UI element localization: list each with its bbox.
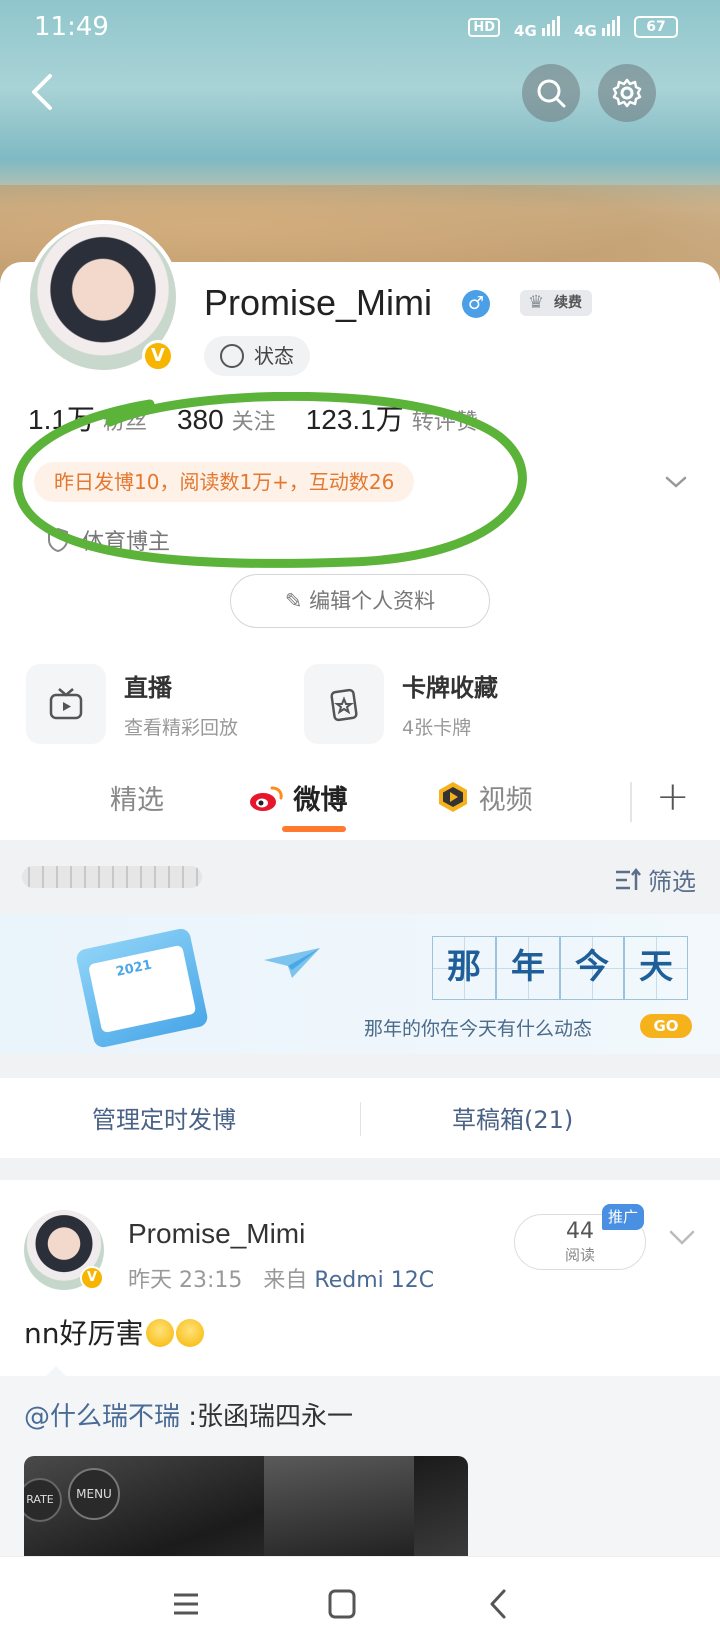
profile-username: Promise_Mimi [204,282,433,323]
card-collection-subtitle: 4张卡牌 [402,717,472,739]
live-title: 直播 [124,674,172,702]
gear-icon [612,78,642,108]
filter-sort-icon [616,867,641,890]
repost-image[interactable]: RATE MENU [24,1456,468,1556]
post-management-row: 管理定时发博 草稿箱(21) [0,1078,720,1158]
edit-profile-button[interactable]: ✎ 编辑个人资料 [230,574,490,628]
profile-tag-label: 体育博主 [82,530,171,555]
video-play-icon [439,782,467,812]
live-feature[interactable]: 直播 查看精彩回放 [26,664,238,744]
signal-2-icon: 4G [574,14,620,40]
status-button[interactable]: 状态 [204,336,310,376]
pencil-icon: ✎ [284,589,310,613]
status-time: 11:49 [34,12,109,42]
emoji-icon [175,1319,204,1347]
manage-divider [360,1102,361,1136]
profile-tag[interactable]: 体育博主 [46,524,170,556]
tab-featured[interactable]: 精选 [110,778,164,817]
back-icon[interactable] [478,1587,518,1621]
back-arrow-icon[interactable] [22,70,62,114]
status-label: 状态 [254,344,294,368]
read-label: 阅读 [564,1246,595,1264]
content-tabs: 精选 微博 视频 + [0,760,720,840]
post-source[interactable]: Redmi 12C [314,1268,434,1293]
chevron-down-icon[interactable] [668,1228,696,1248]
card-icon [304,664,384,744]
chevron-down-icon[interactable] [664,470,688,494]
on-this-day-banner[interactable]: 2021 那 年 今 天 那年的你在今天有什么动态 GO [0,914,720,1054]
image-panel [264,1456,414,1556]
live-subtitle: 查看精彩回放 [124,717,239,739]
add-tab-plus-icon[interactable]: + [656,774,690,820]
status-bar: 11:49 HD 4G 4G 67 [0,0,720,56]
promo-char: 年 [496,936,560,1000]
post-time: 昨天 23:15 [128,1268,243,1293]
menu-knob: MENU [68,1468,120,1520]
settings-button[interactable] [598,64,656,122]
battery-icon: 67 [634,16,678,38]
search-icon [537,79,566,108]
promote-badge[interactable]: 推广 [602,1204,645,1230]
post-meta: 昨天 23:15 来自 Redmi 12C [128,1262,434,1294]
male-gender-icon: ♂ [462,290,490,318]
filter-bar: 筛选 [0,840,720,914]
verified-badge-icon: V [80,1266,104,1290]
stat-followers[interactable]: 1.1万 粉丝 [28,398,147,438]
profile-stats: 1.1万 粉丝 380 关注 123.1万 转评赞 [28,398,478,438]
verified-badge-icon: V [142,340,174,372]
profile-page: 11:49 HD 4G 4G 67 V Promise_Mimi ♂ 续费 状态 [0,0,720,1650]
rate-knob: RATE [24,1478,62,1522]
tab-video[interactable]: 视频 [436,778,533,817]
search-button[interactable] [522,64,580,122]
promo-char: 天 [624,936,688,1000]
filter-button[interactable]: 筛选 [614,862,696,897]
promo-go-button[interactable]: GO [640,1014,692,1038]
stat-interactions[interactable]: 123.1万 转评赞 [306,398,478,438]
repost-mention[interactable]: @什么瑞不瑞 [24,1402,180,1432]
tab-divider [630,782,632,822]
promo-char: 那 [432,936,496,1000]
section-divider [0,1054,720,1078]
signal-1-icon: 4G [514,14,561,40]
home-square-icon[interactable] [322,1587,362,1621]
promo-title: 那 年 今 天 [432,936,688,1000]
stat-following[interactable]: 380 关注 [177,404,276,436]
system-navigation-bar [0,1556,720,1650]
tab-weibo[interactable]: 微博 [248,778,347,817]
calendar-illustration-icon: 2021 [74,927,210,1049]
menu-icon[interactable] [166,1587,206,1621]
section-divider [0,1158,720,1180]
shield-icon [48,527,68,553]
post-author-name[interactable]: Promise_Mimi [128,1218,305,1250]
promo-subtitle: 那年的你在今天有什么动态 [364,1019,593,1040]
card-collection-feature[interactable]: 卡牌收藏 4张卡牌 [304,664,498,744]
vip-renew-badge[interactable]: 续费 [520,290,592,316]
blurred-content [22,866,202,888]
status-icons: HD 4G 4G 67 [468,14,678,40]
drafts-button[interactable]: 草稿箱(21) [452,1100,573,1135]
weibo-logo-icon [250,786,283,811]
daily-summary[interactable]: 昨日发博10，阅读数1万+，互动数26 [34,462,415,502]
hd-icon: HD [468,17,501,37]
paper-plane-icon [264,948,320,978]
repost-text: @什么瑞不瑞 :张函瑞四永一 [24,1402,354,1432]
post-text: nn好厉害 [24,1312,204,1352]
promo-char: 今 [560,936,624,1000]
status-add-icon [220,344,244,368]
emoji-icon [145,1319,174,1347]
reposted-content[interactable]: @什么瑞不瑞 :张函瑞四永一 RATE MENU [0,1366,720,1556]
card-collection-title: 卡牌收藏 [402,674,498,702]
active-tab-indicator [282,826,346,832]
post-from-label: 来自 [263,1268,308,1293]
tv-icon [26,664,106,744]
scheduled-posts-button[interactable]: 管理定时发博 [92,1100,236,1135]
